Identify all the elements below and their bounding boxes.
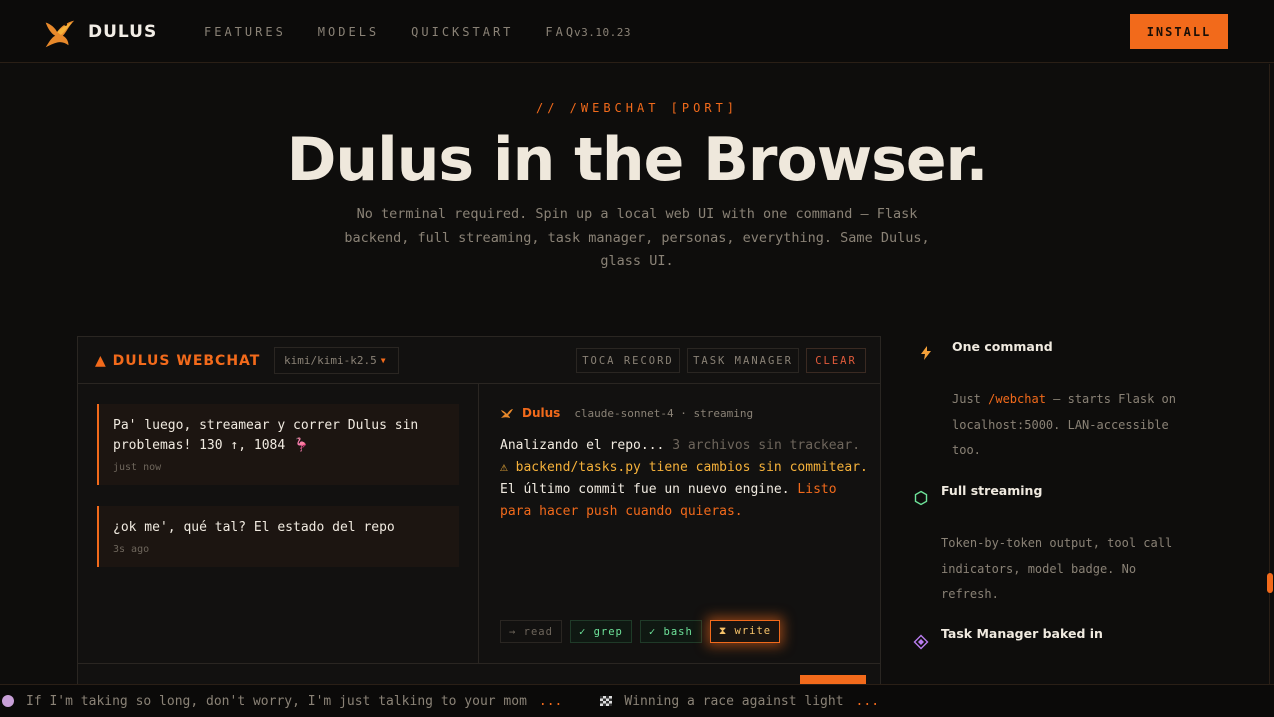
version-label: v3.10.23 <box>574 26 631 39</box>
feature-desc: Just /webchat — starts Flask on localhos… <box>952 387 1182 464</box>
feature-desc-command: /webchat <box>988 392 1046 406</box>
model-badge: claude-sonnet-4 · streaming <box>574 406 754 420</box>
response-part: El último commit fue un nuevo engine. <box>500 482 798 497</box>
section-kicker: // /WEBCHAT [PORT] <box>535 101 739 115</box>
user-message: Pa' luego, streamear y correr Dulus sin … <box>97 404 459 485</box>
face-icon <box>2 695 14 707</box>
feature-title: One command <box>952 339 1053 354</box>
hexagon-icon <box>914 490 928 506</box>
chevron-down-icon: ▼ <box>380 356 386 365</box>
nav-link-faq[interactable]: FAQ <box>545 25 576 39</box>
feature-desc-text: Just <box>952 392 989 406</box>
brand-logo[interactable]: DULUS <box>40 12 157 52</box>
ticker-dots: ... <box>855 693 880 709</box>
clear-button[interactable]: CLEAR <box>806 348 866 373</box>
response-text: Analizando el repo... 3 archivos sin tra… <box>500 435 870 523</box>
page-title: Dulus in the Browser. <box>286 125 989 195</box>
assistant-name: Dulus <box>522 406 561 420</box>
feature-desc: Token-by-token output, tool call indicat… <box>941 536 1173 601</box>
tool-read-badge: → read <box>500 620 562 643</box>
webchat-title: ▲ DULUS WEBCHAT <box>95 353 261 369</box>
ticker-item: If I'm taking so long, don't worry, I'm … <box>2 694 562 709</box>
tool-indicators: → read ✓ grep ✓ bash ⧗ write <box>500 620 781 643</box>
top-navbar: DULUS FEATURES MODELS QUICKSTART FAQ v3.… <box>0 0 1274 63</box>
nav-links: FEATURES MODELS QUICKSTART FAQ <box>204 25 576 39</box>
lightning-icon <box>921 346 931 360</box>
message-time: just now <box>113 462 162 473</box>
user-message: ¿ok me', qué tal? El estado del repo 3s … <box>97 506 459 567</box>
ticker-text: If I'm taking so long, don't worry, I'm … <box>26 693 527 709</box>
install-button[interactable]: INSTALL <box>1130 14 1228 49</box>
webchat-panel: ▲ DULUS WEBCHAT kimi/kimi-k2.5 ▼ TOCA RE… <box>77 336 881 687</box>
message-text: ¿ok me', qué tal? El estado del repo <box>113 520 395 535</box>
brand-name: DULUS <box>88 22 158 42</box>
page-subtitle: No terminal required. Spin up a local we… <box>344 206 930 269</box>
bird-logo-icon <box>45 20 75 48</box>
nav-link-quickstart[interactable]: QUICKSTART <box>411 25 513 39</box>
message-text: Pa' luego, streamear y correr Dulus sin … <box>113 418 419 453</box>
model-select-value: kimi/kimi-k2.5 <box>284 354 377 367</box>
feature-title: Full streaming <box>941 483 1043 498</box>
assistant-response: Dulus claude-sonnet-4 · streaming Analiz… <box>480 384 880 663</box>
nav-link-models[interactable]: MODELS <box>318 25 379 39</box>
response-header: Dulus claude-sonnet-4 · streaming <box>500 406 753 420</box>
feature-title: Task Manager baked in <box>941 626 1103 641</box>
task-manager-button[interactable]: TASK MANAGER <box>687 348 799 373</box>
ticker-text: Winning a race against light <box>624 693 844 709</box>
response-part: Analizando el repo... <box>500 438 665 453</box>
checkered-flag-icon <box>600 696 613 706</box>
ticker-dots: ... <box>538 693 563 709</box>
scrollbar-thumb[interactable] <box>1267 573 1273 593</box>
message-list: Pa' luego, streamear y correr Dulus sin … <box>78 384 479 663</box>
diamond-icon <box>913 634 929 650</box>
status-ticker: If I'm taking so long, don't worry, I'm … <box>0 684 1274 717</box>
model-select[interactable]: kimi/kimi-k2.5 ▼ <box>274 347 399 374</box>
nav-link-features[interactable]: FEATURES <box>204 25 286 39</box>
toca-record-button[interactable]: TOCA RECORD <box>576 348 680 373</box>
tool-write-badge: ⧗ write <box>709 620 781 643</box>
tool-bash-badge: ✓ bash <box>639 620 702 643</box>
ticker-item: Winning a race against light ... <box>600 694 879 709</box>
webchat-header: ▲ DULUS WEBCHAT kimi/kimi-k2.5 ▼ TOCA RE… <box>78 337 880 384</box>
message-time: 3s ago <box>113 544 150 555</box>
divider <box>78 663 880 664</box>
response-part: 3 archivos sin trackear. <box>664 438 861 453</box>
response-warning: ⚠ backend/tasks.py tiene cambios sin com… <box>500 460 868 475</box>
tool-grep-badge: ✓ grep <box>569 620 632 643</box>
bird-avatar-icon <box>501 409 513 418</box>
